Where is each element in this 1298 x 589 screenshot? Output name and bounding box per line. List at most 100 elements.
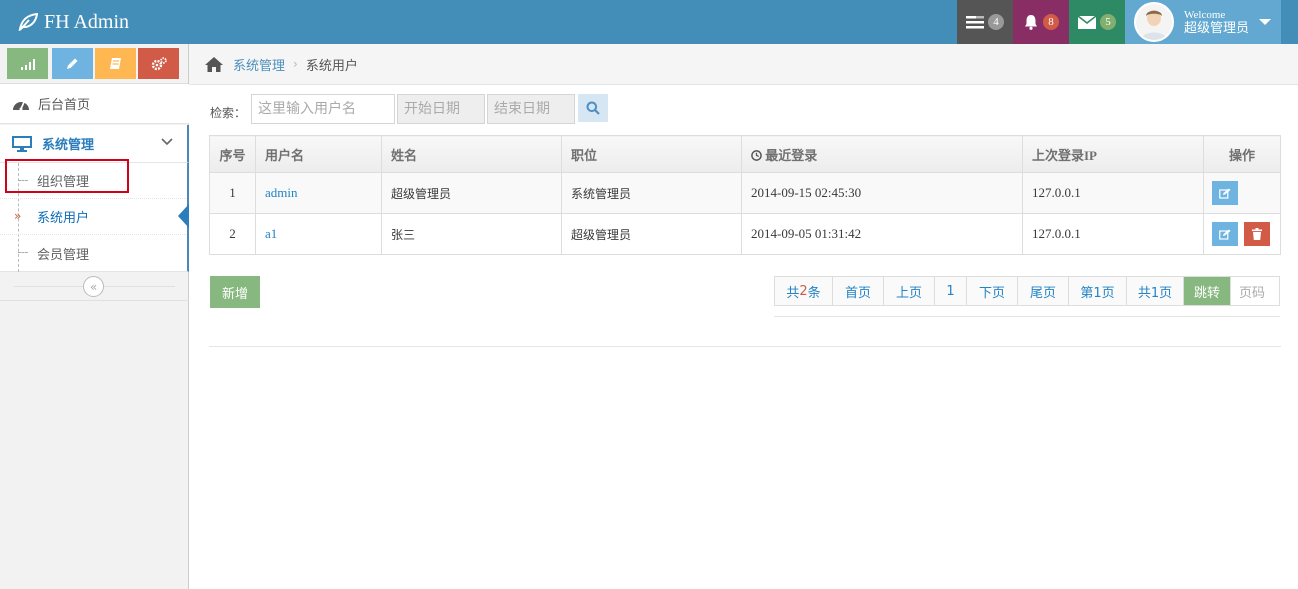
search-label: 检索： xyxy=(210,106,247,120)
cell-ops xyxy=(1203,213,1281,255)
username-search-input[interactable]: 这里输入用户名 xyxy=(251,94,395,124)
breadcrumb-current: 系统用户 xyxy=(305,58,358,74)
breadcrumb: 系统管理 › 系统用户 xyxy=(189,44,1298,85)
cell-name: 超级管理员 xyxy=(381,172,562,214)
breadcrumb-parent-link[interactable]: 系统管理 xyxy=(233,55,285,74)
username-link[interactable]: a1 xyxy=(265,226,277,241)
pencil-icon xyxy=(67,58,78,69)
pager-last-button[interactable]: 尾页 xyxy=(1018,277,1069,305)
col-header-position: 职位 xyxy=(561,135,742,173)
edit-shortcut-button[interactable] xyxy=(52,48,93,79)
leaf-icon xyxy=(18,13,38,31)
pager-jump-button[interactable]: 跳转 xyxy=(1184,277,1231,305)
trash-icon xyxy=(1251,228,1262,240)
pager-prev-button[interactable]: 上页 xyxy=(884,277,935,305)
start-date-input[interactable]: 开始日期 xyxy=(397,94,485,124)
table-row: 1 admin 超级管理员 系统管理员 2014-09-15 02:45:30 … xyxy=(209,172,1281,214)
desktop-icon xyxy=(12,135,32,152)
cell-last-login: 2014-09-05 01:31:42 xyxy=(741,213,1023,255)
col-header-name: 姓名 xyxy=(381,135,562,173)
pager-current-page[interactable]: 1 xyxy=(935,277,967,305)
messages-button[interactable]: 5 xyxy=(1069,0,1125,44)
cell-last-login: 2014-09-15 02:45:30 xyxy=(741,172,1023,214)
col-header-username: 用户名 xyxy=(255,135,382,173)
col-header-ops: 操作 xyxy=(1203,135,1281,173)
username-link[interactable]: admin xyxy=(265,185,298,200)
pager-total-prefix: 共 xyxy=(786,285,800,301)
edit-icon xyxy=(1219,188,1231,199)
tree-dash xyxy=(18,252,28,253)
menu-home-label: 后台首页 xyxy=(38,98,91,113)
user-menu[interactable]: Welcome 超级管理员 xyxy=(1125,0,1281,44)
pager-page-info: 第1页 xyxy=(1069,277,1127,305)
chevron-down-icon xyxy=(161,138,173,146)
col-header-last-ip: 上次登录IP xyxy=(1022,135,1204,173)
pager-next-button[interactable]: 下页 xyxy=(967,277,1018,305)
double-angle-left-icon: « xyxy=(89,279,98,294)
chevron-right-icon: › xyxy=(293,57,298,71)
sidebar: 后台首页 系统管理 组织管理 » 系统用户 会员管理 « xyxy=(0,44,189,589)
menu-item-system-management[interactable]: 系统管理 xyxy=(0,125,189,163)
active-indicator xyxy=(178,204,189,228)
sidebar-collapse-row: « xyxy=(0,273,189,301)
table-row: 2 a1 张三 超级管理员 2014-09-05 01:31:42 127.0.… xyxy=(209,213,1281,255)
shortcut-bar xyxy=(0,44,188,84)
sidebar-collapse-button[interactable]: « xyxy=(83,276,104,297)
table-header-row: 序号 用户名 姓名 职位 最近登录 上次登录IP 操作 xyxy=(209,135,1281,173)
pager-page-input[interactable]: 页码 xyxy=(1231,277,1279,305)
settings-shortcut-button[interactable] xyxy=(138,48,179,79)
cell-name: 张三 xyxy=(381,213,562,255)
edit-icon xyxy=(1219,229,1231,240)
tasks-icon xyxy=(966,16,984,29)
cell-position: 系统管理员 xyxy=(561,172,742,214)
sidebar-item-label: 会员管理 xyxy=(37,247,90,263)
home-icon[interactable] xyxy=(205,56,223,72)
cogs-icon xyxy=(151,56,167,70)
dashboard-icon xyxy=(13,101,29,110)
user-info: Welcome 超级管理员 xyxy=(1184,9,1249,35)
end-date-input[interactable]: 结束日期 xyxy=(487,94,575,124)
double-angle-right-icon: » xyxy=(14,209,22,223)
notifications-badge: 8 xyxy=(1043,14,1059,30)
cell-no: 2 xyxy=(209,213,256,255)
menu-system-label: 系统管理 xyxy=(42,138,95,153)
top-navbar: FH Admin 4 8 5 Welcome 超级管理员 xyxy=(0,0,1298,44)
edit-button[interactable] xyxy=(1212,181,1238,205)
book-icon xyxy=(110,58,121,69)
menu-item-home[interactable]: 后台首页 xyxy=(0,84,189,124)
cell-ops xyxy=(1203,172,1281,214)
notifications-button[interactable]: 8 xyxy=(1013,0,1069,44)
delete-button[interactable] xyxy=(1243,222,1270,246)
cell-username: a1 xyxy=(255,213,382,255)
tasks-badge: 4 xyxy=(988,14,1004,30)
signal-icon xyxy=(20,58,35,70)
col-header-no: 序号 xyxy=(209,135,256,173)
cell-no: 1 xyxy=(209,172,256,214)
sidebar-item-label: 系统用户 xyxy=(37,211,90,226)
brand[interactable]: FH Admin xyxy=(18,8,129,36)
search-button[interactable] xyxy=(578,94,608,122)
messages-badge: 5 xyxy=(1100,14,1116,30)
pagination: 共2条 首页 上页 1 下页 尾页 第1页 共1页 跳转 页码 xyxy=(774,276,1280,306)
highlight-box xyxy=(5,159,129,193)
pager-total-suffix: 条 xyxy=(807,285,821,301)
book-shortcut-button[interactable] xyxy=(95,48,136,79)
username-text: 超级管理员 xyxy=(1184,21,1250,36)
pager-first-button[interactable]: 首页 xyxy=(833,277,884,305)
divider xyxy=(209,346,1281,347)
envelope-icon xyxy=(1078,15,1096,29)
clock-icon xyxy=(751,149,762,161)
col-header-last-login: 最近登录 xyxy=(741,135,1023,173)
tasks-button[interactable]: 4 xyxy=(957,0,1013,44)
cell-last-ip: 127.0.0.1 xyxy=(1022,172,1204,214)
bell-icon xyxy=(1025,15,1037,30)
sidebar-item-members[interactable]: 会员管理 xyxy=(0,235,187,271)
edit-button[interactable] xyxy=(1212,222,1238,246)
sidebar-item-system-users[interactable]: » 系统用户 xyxy=(0,199,187,235)
pager-page-total: 共1页 xyxy=(1127,277,1184,305)
stats-shortcut-button[interactable] xyxy=(7,48,48,79)
cell-position: 超级管理员 xyxy=(561,213,742,255)
add-user-button[interactable]: 新增 xyxy=(210,276,260,308)
users-table: 序号 用户名 姓名 职位 最近登录 上次登录IP 操作 1 admin 超级管理… xyxy=(209,135,1281,255)
search-icon xyxy=(586,101,600,115)
